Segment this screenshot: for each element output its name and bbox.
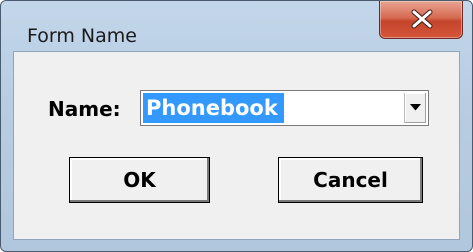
name-label: Name: [48, 97, 121, 121]
name-combobox-value[interactable]: Phonebook [143, 93, 284, 123]
close-button[interactable] [379, 1, 463, 39]
dropdown-button[interactable] [404, 93, 426, 123]
name-combobox[interactable]: Phonebook [140, 90, 429, 126]
ok-button[interactable]: OK [69, 157, 210, 203]
title-bar[interactable]: Form Name [1, 1, 472, 49]
chevron-down-icon [410, 104, 421, 111]
dialog-window: Form Name Name: Phonebook OK Cancel [0, 0, 473, 252]
close-icon [411, 9, 433, 29]
window-title: Form Name [27, 25, 137, 47]
cancel-button[interactable]: Cancel [278, 157, 423, 203]
dialog-body: Name: Phonebook OK Cancel [13, 51, 460, 240]
